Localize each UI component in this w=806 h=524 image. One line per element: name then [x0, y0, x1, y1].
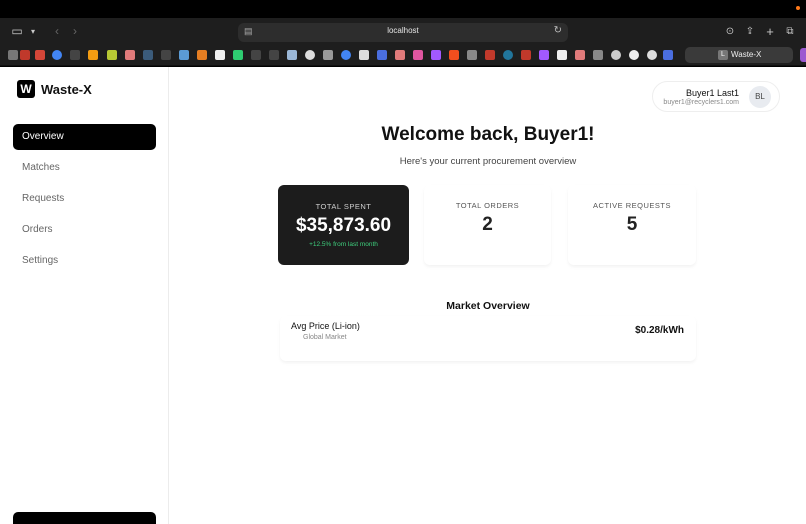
avatar: BL	[749, 86, 771, 108]
favorite-icon[interactable]	[20, 50, 30, 60]
favorite-icon[interactable]	[377, 50, 387, 60]
favorite-icon[interactable]	[593, 50, 603, 60]
favorite-icon[interactable]	[161, 50, 171, 60]
reload-icon[interactable]: ↻	[554, 25, 562, 36]
app-root: W Waste-X Overview Matches Requests Orde…	[0, 67, 806, 524]
favorite-icon[interactable]	[251, 50, 261, 60]
address-bar[interactable]: ▤ localhost ↻	[238, 23, 568, 42]
sidebar-bottom-button[interactable]	[13, 512, 156, 524]
market-overview-title: Market Overview	[446, 300, 530, 312]
favorite-icon[interactable]	[359, 50, 369, 60]
favorite-icon[interactable]	[215, 50, 225, 60]
app-name: Waste-X	[41, 82, 92, 97]
favorite-icon[interactable]	[8, 50, 18, 60]
user-name: Buyer1 Last1	[685, 88, 739, 98]
stat-label: TOTAL SPENT	[315, 202, 372, 211]
stat-value: $35,873.60	[295, 215, 392, 236]
sidebar-item-requests[interactable]: Requests	[13, 186, 156, 212]
url-text: localhost	[387, 26, 419, 35]
tab-overview-icon[interactable]: ⧉	[784, 23, 796, 40]
forward-icon[interactable]: ›	[70, 23, 80, 40]
favorite-icon[interactable]	[125, 50, 135, 60]
favorite-icon[interactable]	[521, 50, 531, 60]
stat-card-active-requests: ACTIVE REQUESTS 5	[568, 185, 696, 265]
user-email: buyer1@recyclers1.com	[663, 99, 739, 106]
favorite-icon[interactable]	[629, 50, 639, 60]
sidebar-item-settings[interactable]: Settings	[13, 248, 156, 274]
favorite-icon[interactable]	[647, 50, 657, 60]
favorite-icon[interactable]	[431, 50, 441, 60]
sidebar-toggle-icon[interactable]: ▭	[10, 23, 24, 40]
favorite-icon[interactable]	[395, 50, 405, 60]
market-item-subtitle: Global Market	[303, 334, 347, 341]
stat-label: ACTIVE REQUESTS	[593, 201, 671, 210]
favorite-icon[interactable]	[287, 50, 297, 60]
stat-value: 2	[482, 214, 493, 235]
favorite-icon[interactable]	[269, 50, 279, 60]
new-tab-icon[interactable]: +	[764, 23, 776, 40]
recording-indicator-icon	[796, 6, 800, 10]
favorite-icon[interactable]	[485, 50, 495, 60]
user-menu[interactable]: Buyer1 Last1 buyer1@recyclers1.com BL	[652, 81, 780, 112]
favorite-icon[interactable]	[52, 50, 62, 60]
favorite-icon[interactable]	[323, 50, 333, 60]
logo-icon: W	[17, 80, 35, 98]
sidebar: W Waste-X Overview Matches Requests Orde…	[0, 67, 169, 524]
favorite-icon[interactable]	[467, 50, 477, 60]
tab-favicon-icon: L	[718, 50, 728, 60]
stat-value: 5	[626, 214, 638, 235]
favorite-icon[interactable]	[70, 50, 80, 60]
favorite-icon[interactable]	[143, 50, 153, 60]
stat-card-total-spent: TOTAL SPENT $35,873.60 +12.5% from last …	[278, 185, 409, 265]
favorite-icon[interactable]	[449, 50, 459, 60]
tab-waste-x[interactable]: L Waste-X	[685, 47, 793, 63]
favorite-icon[interactable]	[413, 50, 423, 60]
favorite-icon[interactable]	[179, 50, 189, 60]
favorite-icon[interactable]	[197, 50, 207, 60]
extension-indicator	[800, 48, 806, 62]
sidebar-item-orders[interactable]: Orders	[13, 217, 156, 243]
download-icon[interactable]: ⊙	[724, 23, 736, 40]
favorite-icon[interactable]	[663, 50, 673, 60]
favorite-icon[interactable]	[539, 50, 549, 60]
page-subtitle: Here's your current procurement overview	[399, 156, 577, 167]
favorite-icon[interactable]	[107, 50, 117, 60]
favorite-icon[interactable]	[305, 50, 315, 60]
page-title: Welcome back, Buyer1!	[381, 124, 595, 145]
sidebar-item-overview[interactable]: Overview	[13, 124, 156, 150]
favorite-icon[interactable]	[557, 50, 567, 60]
tab-title: Waste-X	[731, 50, 762, 59]
market-overview-card: Avg Price (Li-ion) Global Market $0.28/k…	[280, 316, 696, 361]
favorite-icon[interactable]	[503, 50, 513, 60]
favorite-icon[interactable]	[341, 50, 351, 60]
favorite-icon[interactable]	[575, 50, 585, 60]
system-top-bar	[0, 0, 806, 18]
favorite-icon[interactable]	[611, 50, 621, 60]
chevron-down-icon[interactable]: ▾	[28, 23, 38, 40]
favorite-icon[interactable]	[35, 50, 45, 60]
stat-change: +12.5% from last month	[309, 241, 378, 248]
stat-label: TOTAL ORDERS	[455, 201, 520, 210]
market-item-value: $0.28/kWh	[635, 325, 684, 336]
back-icon[interactable]: ‹	[52, 23, 62, 40]
favorite-icon[interactable]	[233, 50, 243, 60]
share-icon[interactable]: ⇪	[744, 23, 756, 40]
sidebar-item-matches[interactable]: Matches	[13, 155, 156, 181]
market-item-label: Avg Price (Li-ion)	[291, 321, 360, 331]
stat-card-total-orders: TOTAL ORDERS 2	[424, 185, 551, 265]
favorite-icon[interactable]	[88, 50, 98, 60]
